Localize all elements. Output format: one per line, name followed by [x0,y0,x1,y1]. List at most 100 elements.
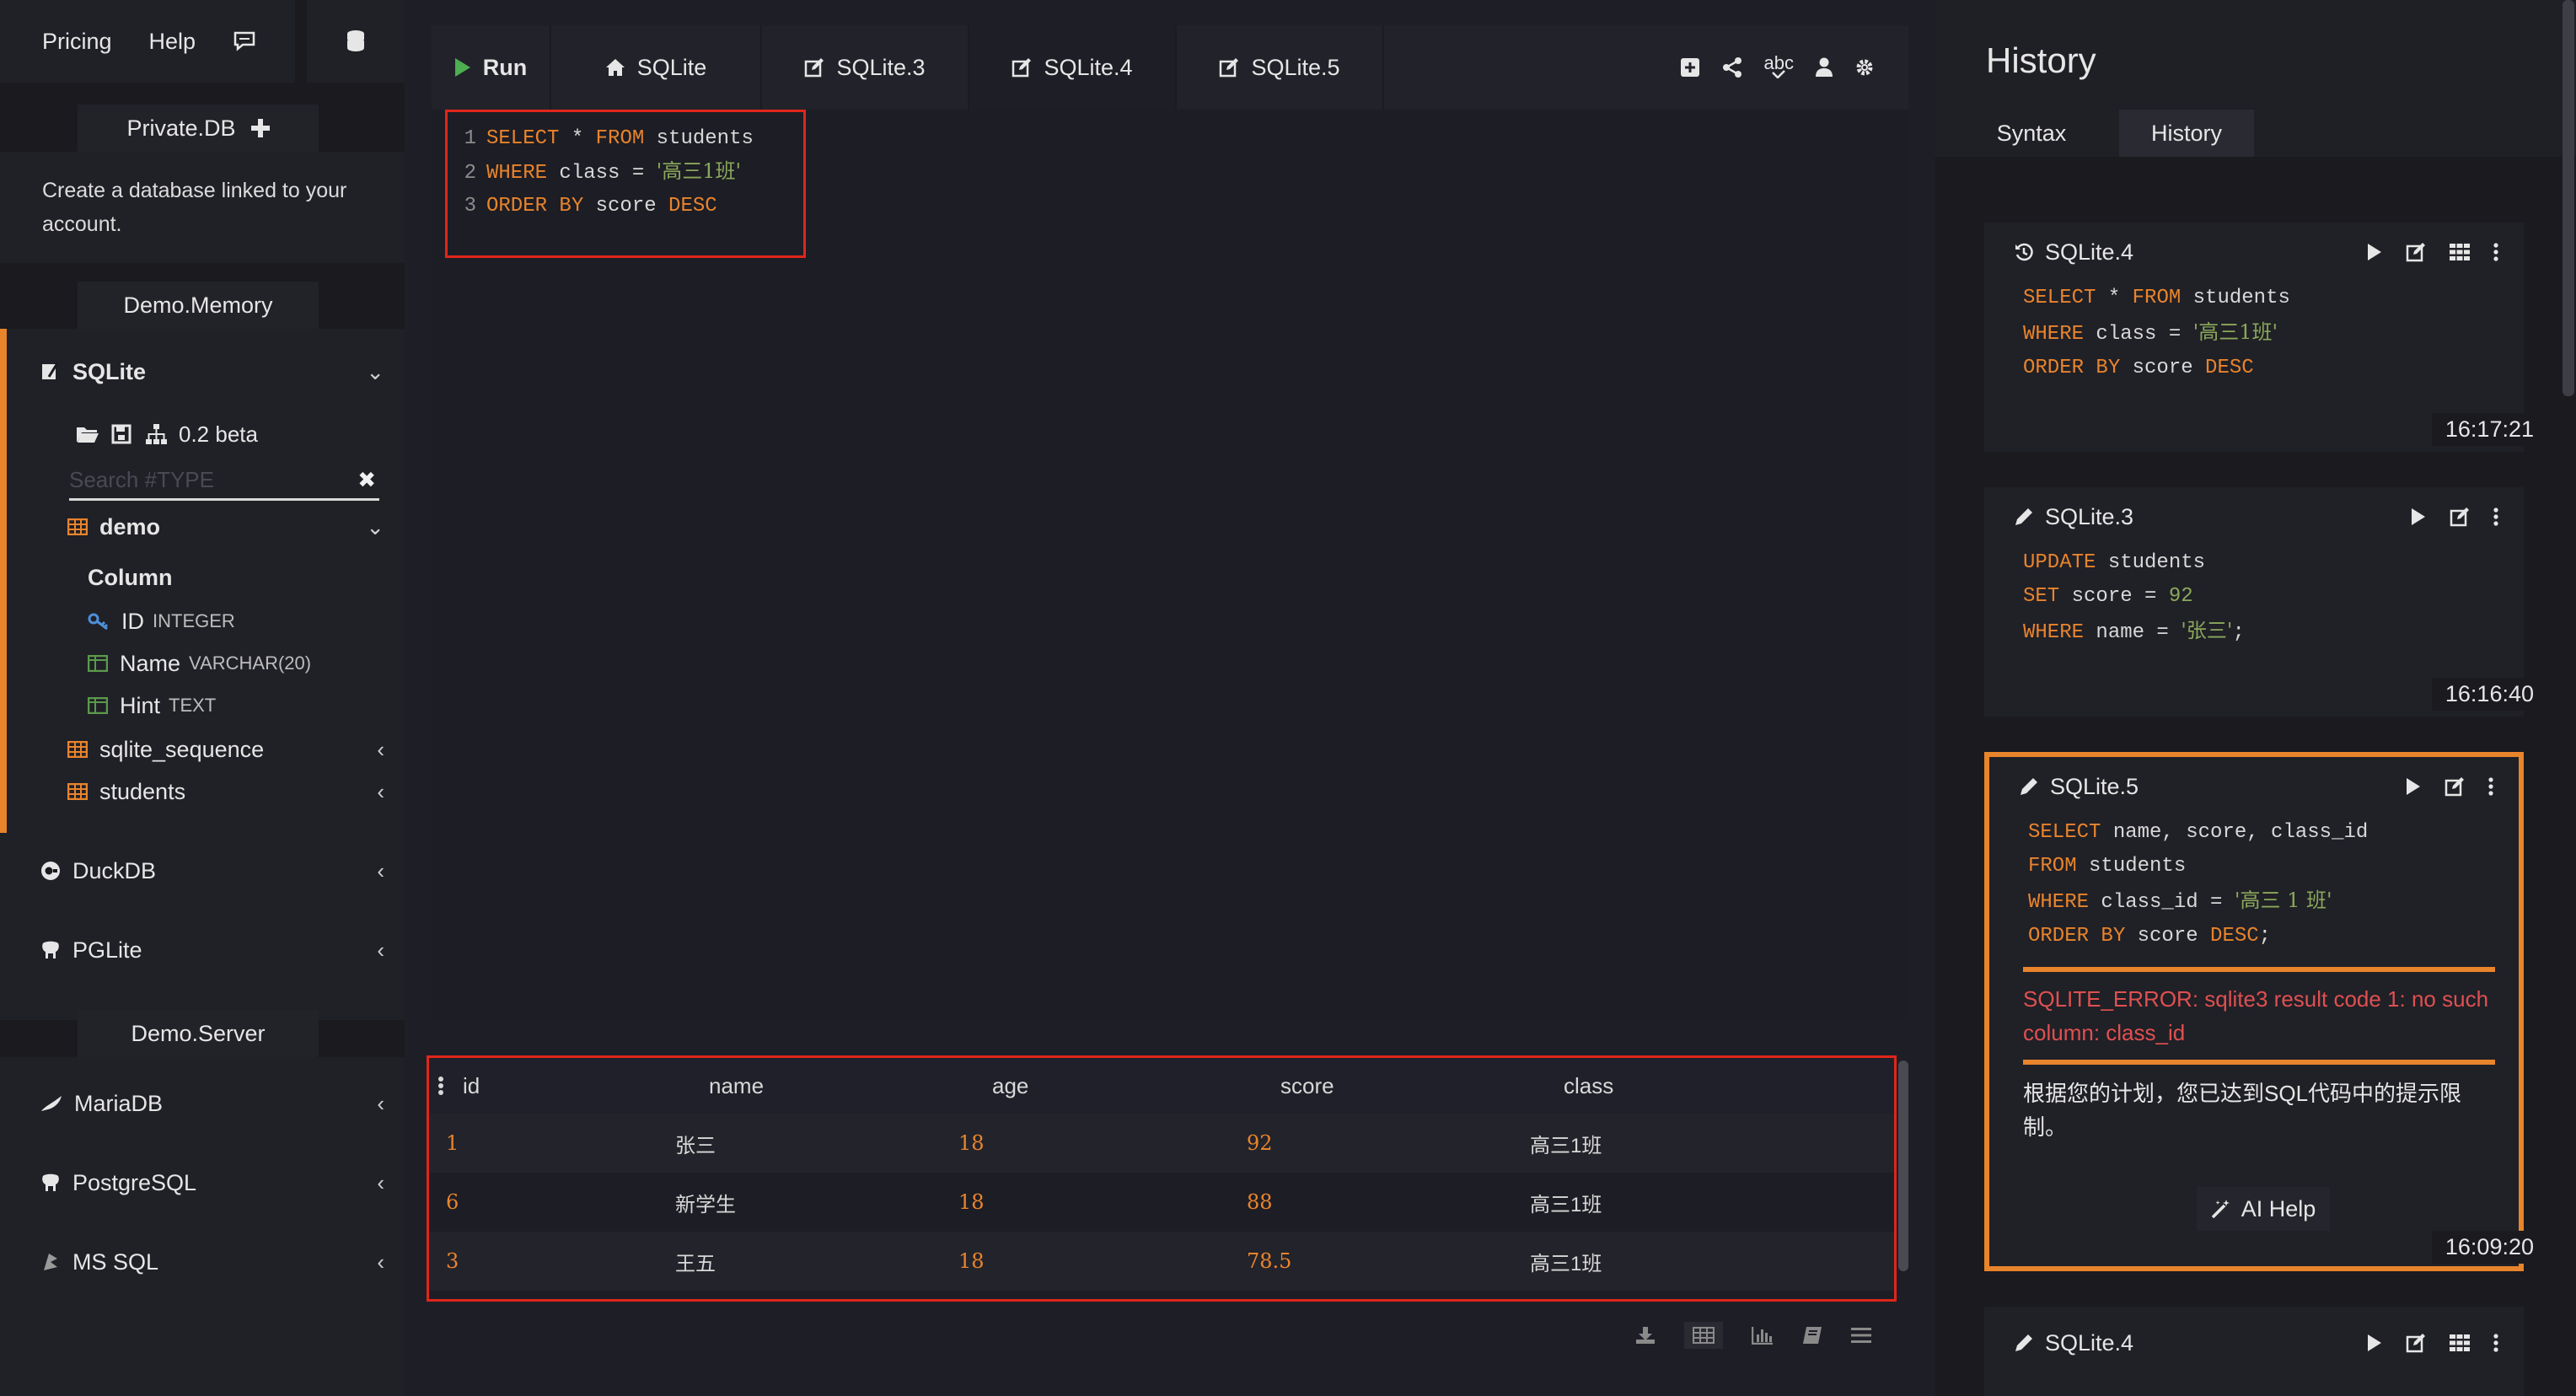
cell-name[interactable]: 新学生 [675,1188,958,1217]
chevron-left-icon[interactable]: ‹ [377,1249,384,1275]
history-card-code[interactable]: UPDATE students SET score = 92 WHERE name … [1984,546,2524,650]
edit-icon[interactable] [2406,242,2426,262]
edit-icon[interactable] [2406,1333,2426,1353]
cell-id[interactable]: 6 [429,1190,675,1214]
cell-score[interactable]: 92 [1247,1131,1530,1155]
column-type: VARCHAR(20) [189,652,312,674]
download-icon[interactable] [1635,1326,1656,1345]
table-row[interactable]: 6 新学生 18 88 高三1班 [429,1173,1894,1232]
cell-id[interactable]: 1 [429,1131,675,1155]
sql-token: * [559,127,596,150]
table-row-students[interactable]: students ‹ [0,770,405,813]
demo-memory-title: Demo.Memory [78,282,319,329]
ai-help-button[interactable]: AI Help [2197,1187,2330,1231]
add-tab-icon[interactable] [1680,57,1700,78]
book-icon[interactable] [1802,1326,1822,1345]
schema-search-input[interactable] [69,467,347,493]
tab-sqlite[interactable]: SQLite [551,25,762,110]
chevron-left-icon[interactable]: ‹ [377,858,384,884]
help-link[interactable]: Help [149,29,196,55]
play-icon[interactable] [2406,777,2421,796]
cell-age[interactable]: 18 [958,1190,1247,1214]
chevron-left-icon[interactable]: ‹ [377,737,384,763]
chevron-left-icon[interactable]: ‹ [377,779,384,805]
tab-syntax[interactable]: Syntax [1979,110,2084,157]
more-vertical-icon[interactable] [2493,507,2498,526]
list-menu-icon[interactable] [1851,1327,1871,1344]
history-card: SQLite.4 SELECT * FROM students WHERE cla… [1984,223,2547,452]
play-icon[interactable] [2411,507,2426,526]
spellcheck-icon[interactable]: abc [1764,54,1794,78]
more-vertical-icon[interactable] [2493,1334,2498,1352]
col-header-id[interactable]: id [463,1073,709,1099]
run-button[interactable]: Run [432,25,551,110]
chevron-left-icon[interactable]: ‹ [377,1170,384,1196]
save-icon[interactable] [111,424,131,444]
sitemap-icon[interactable] [145,423,167,445]
cell-score[interactable]: 78.5 [1247,1249,1530,1273]
table-row[interactable]: 3 王五 18 78.5 高三1班 [429,1232,1894,1291]
cell-name[interactable]: 张三 [675,1129,958,1158]
col-header-age[interactable]: age [992,1073,1280,1099]
database-button[interactable] [307,0,405,83]
mssql-engine-row[interactable]: MS SQL ‹ [0,1241,405,1283]
column-row-name[interactable]: Name VARCHAR(20) [0,642,405,685]
clear-search-icon[interactable]: ✖ [357,467,376,493]
table-row-sqlite-sequence[interactable]: sqlite_sequence ‹ [0,728,405,770]
gear-icon[interactable] [1854,57,1875,78]
duckdb-engine-row[interactable]: DuckDB ‹ [0,850,405,892]
edit-icon[interactable] [2445,776,2465,797]
play-icon[interactable] [2367,243,2382,261]
cell-class[interactable]: 高三1班 [1530,1188,1894,1217]
tab-history[interactable]: History [2119,110,2254,157]
edit-icon[interactable] [2450,507,2470,527]
mariadb-engine-row[interactable]: MariaDB ‹ [0,1082,405,1125]
play-icon[interactable] [2367,1334,2382,1352]
table-row-demo[interactable]: demo ⌄ [0,506,405,548]
history-card-code[interactable]: SELECT * FROM students WHERE class = '高三1… [1984,282,2524,385]
table-view-icon[interactable] [1684,1322,1723,1349]
home-icon [605,58,625,77]
history-card-code[interactable]: SELECT name, score, class_id FROM student… [1989,816,2519,967]
tab-sqlite-5[interactable]: SQLite.5 [1177,25,1384,110]
chevron-left-icon[interactable]: ‹ [377,937,384,964]
chevron-down-icon[interactable]: ⌄ [366,514,384,540]
cell-id[interactable]: 3 [429,1249,675,1273]
column-row-hint[interactable]: Hint TEXT [0,685,405,727]
pricing-link[interactable]: Pricing [42,29,112,55]
cell-class[interactable]: 高三1班 [1530,1247,1894,1276]
history-scrollbar[interactable] [2563,0,2574,396]
cell-age[interactable]: 18 [958,1131,1247,1155]
table-row[interactable]: 1 张三 18 92 高三1班 [429,1114,1894,1173]
column-row-id[interactable]: ID INTEGER [0,600,405,642]
folder-open-icon[interactable] [76,425,99,443]
sql-editor[interactable]: 1 SELECT * FROM students 2 WHERE class = '高… [432,110,1908,1020]
user-icon[interactable] [1816,57,1833,78]
add-icon[interactable] [250,119,270,137]
col-header-score[interactable]: score [1280,1073,1564,1099]
grid-icon[interactable] [2450,1334,2470,1351]
tab-sqlite-3[interactable]: SQLite.3 [762,25,969,110]
sql-token: students [2096,551,2206,574]
cell-name[interactable]: 王五 [675,1247,958,1276]
col-header-class[interactable]: class [1564,1073,1894,1099]
col-header-name[interactable]: name [709,1073,992,1099]
more-vertical-icon[interactable] [2493,243,2498,261]
more-vertical-icon[interactable] [2488,777,2493,796]
mssql-icon [40,1252,61,1272]
result-scrollbar[interactable] [1898,1060,1908,1271]
grid-icon[interactable] [2450,244,2470,260]
pglite-engine-row[interactable]: PGLite ‹ [0,929,405,971]
chat-icon[interactable] [233,30,256,52]
chart-icon[interactable] [1752,1326,1774,1345]
private-db-title[interactable]: Private.DB [78,105,319,152]
chevron-left-icon[interactable]: ‹ [377,1091,384,1117]
tab-sqlite-4[interactable]: SQLite.4 [969,25,1177,110]
share-icon[interactable] [1722,57,1742,78]
cell-score[interactable]: 88 [1247,1190,1530,1214]
chevron-down-icon[interactable]: ⌄ [366,359,384,385]
postgresql-engine-row[interactable]: PostgreSQL ‹ [0,1162,405,1204]
sqlite-engine-row[interactable]: SQLite ⌄ [0,351,405,393]
cell-class[interactable]: 高三1班 [1530,1129,1894,1158]
cell-age[interactable]: 18 [958,1249,1247,1273]
